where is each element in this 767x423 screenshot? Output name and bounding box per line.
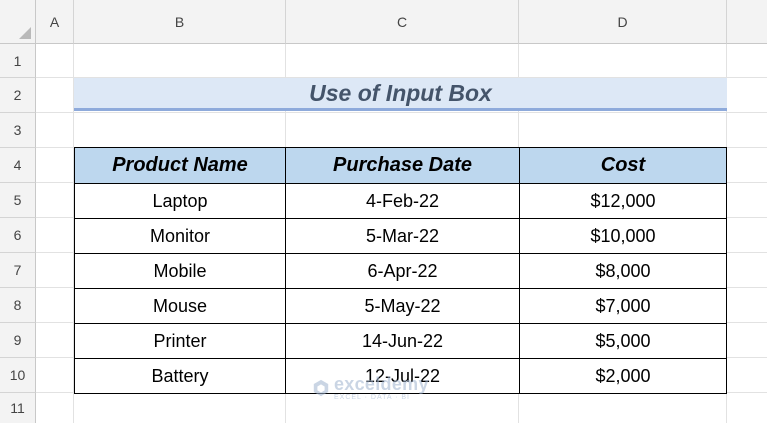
column-header-a[interactable]: A	[36, 0, 74, 44]
table-header-row: Product Name Purchase Date Cost	[74, 147, 727, 184]
row-header-8[interactable]: 8	[0, 288, 36, 323]
cell-product[interactable]: Mobile	[74, 253, 286, 289]
cell-product[interactable]: Mouse	[74, 288, 286, 324]
row-header-6[interactable]: 6	[0, 218, 36, 253]
row-header-9[interactable]: 9	[0, 323, 36, 358]
table-row: Printer 14-Jun-22 $5,000	[74, 323, 727, 359]
table-row: Mobile 6-Apr-22 $8,000	[74, 253, 727, 289]
row-header-4[interactable]: 4	[0, 148, 36, 183]
column-header-c[interactable]: C	[286, 0, 519, 44]
row-header-11[interactable]: 11	[0, 393, 36, 423]
cell-date[interactable]: 4-Feb-22	[285, 183, 520, 219]
watermark-name: exceldemy	[334, 374, 429, 394]
select-all-corner[interactable]	[0, 0, 36, 44]
exceldemy-logo-icon	[313, 379, 329, 397]
cell-date[interactable]: 6-Apr-22	[285, 253, 520, 289]
column-header-d[interactable]: D	[519, 0, 727, 44]
row-header-5[interactable]: 5	[0, 183, 36, 218]
header-product-name[interactable]: Product Name	[74, 147, 286, 184]
product-table: Product Name Purchase Date Cost Laptop 4…	[74, 147, 727, 394]
table-row: Monitor 5-Mar-22 $10,000	[74, 218, 727, 254]
gridline	[36, 112, 767, 113]
exceldemy-watermark: exceldemy EXCEL · DATA · BI	[312, 375, 429, 401]
cell-product[interactable]: Monitor	[74, 218, 286, 254]
title-cell[interactable]: Use of Input Box	[74, 78, 727, 111]
cell-cost[interactable]: $12,000	[519, 183, 727, 219]
cell-date[interactable]: 14-Jun-22	[285, 323, 520, 359]
header-purchase-date[interactable]: Purchase Date	[285, 147, 520, 184]
spreadsheet: A B C D 1 2 3 4 5 6 7 8 9 10 11 Use of I…	[0, 0, 767, 423]
cell-cost[interactable]: $5,000	[519, 323, 727, 359]
table-row: Laptop 4-Feb-22 $12,000	[74, 183, 727, 219]
cell-product[interactable]: Printer	[74, 323, 286, 359]
cell-product[interactable]: Battery	[74, 358, 286, 394]
row-header-2[interactable]: 2	[0, 78, 36, 113]
watermark-tagline: EXCEL · DATA · BI	[334, 394, 410, 401]
row-header-3[interactable]: 3	[0, 113, 36, 148]
table-row: Mouse 5-May-22 $7,000	[74, 288, 727, 324]
row-header-7[interactable]: 7	[0, 253, 36, 288]
row-header-1[interactable]: 1	[0, 44, 36, 78]
cell-cost[interactable]: $10,000	[519, 218, 727, 254]
cell-date[interactable]: 5-May-22	[285, 288, 520, 324]
cell-cost[interactable]: $2,000	[519, 358, 727, 394]
cell-date[interactable]: 5-Mar-22	[285, 218, 520, 254]
cell-cost[interactable]: $8,000	[519, 253, 727, 289]
header-cost[interactable]: Cost	[519, 147, 727, 184]
cell-product[interactable]: Laptop	[74, 183, 286, 219]
column-header-b[interactable]: B	[74, 0, 286, 44]
column-header-e[interactable]	[727, 0, 767, 44]
row-header-10[interactable]: 10	[0, 358, 36, 393]
cell-cost[interactable]: $7,000	[519, 288, 727, 324]
